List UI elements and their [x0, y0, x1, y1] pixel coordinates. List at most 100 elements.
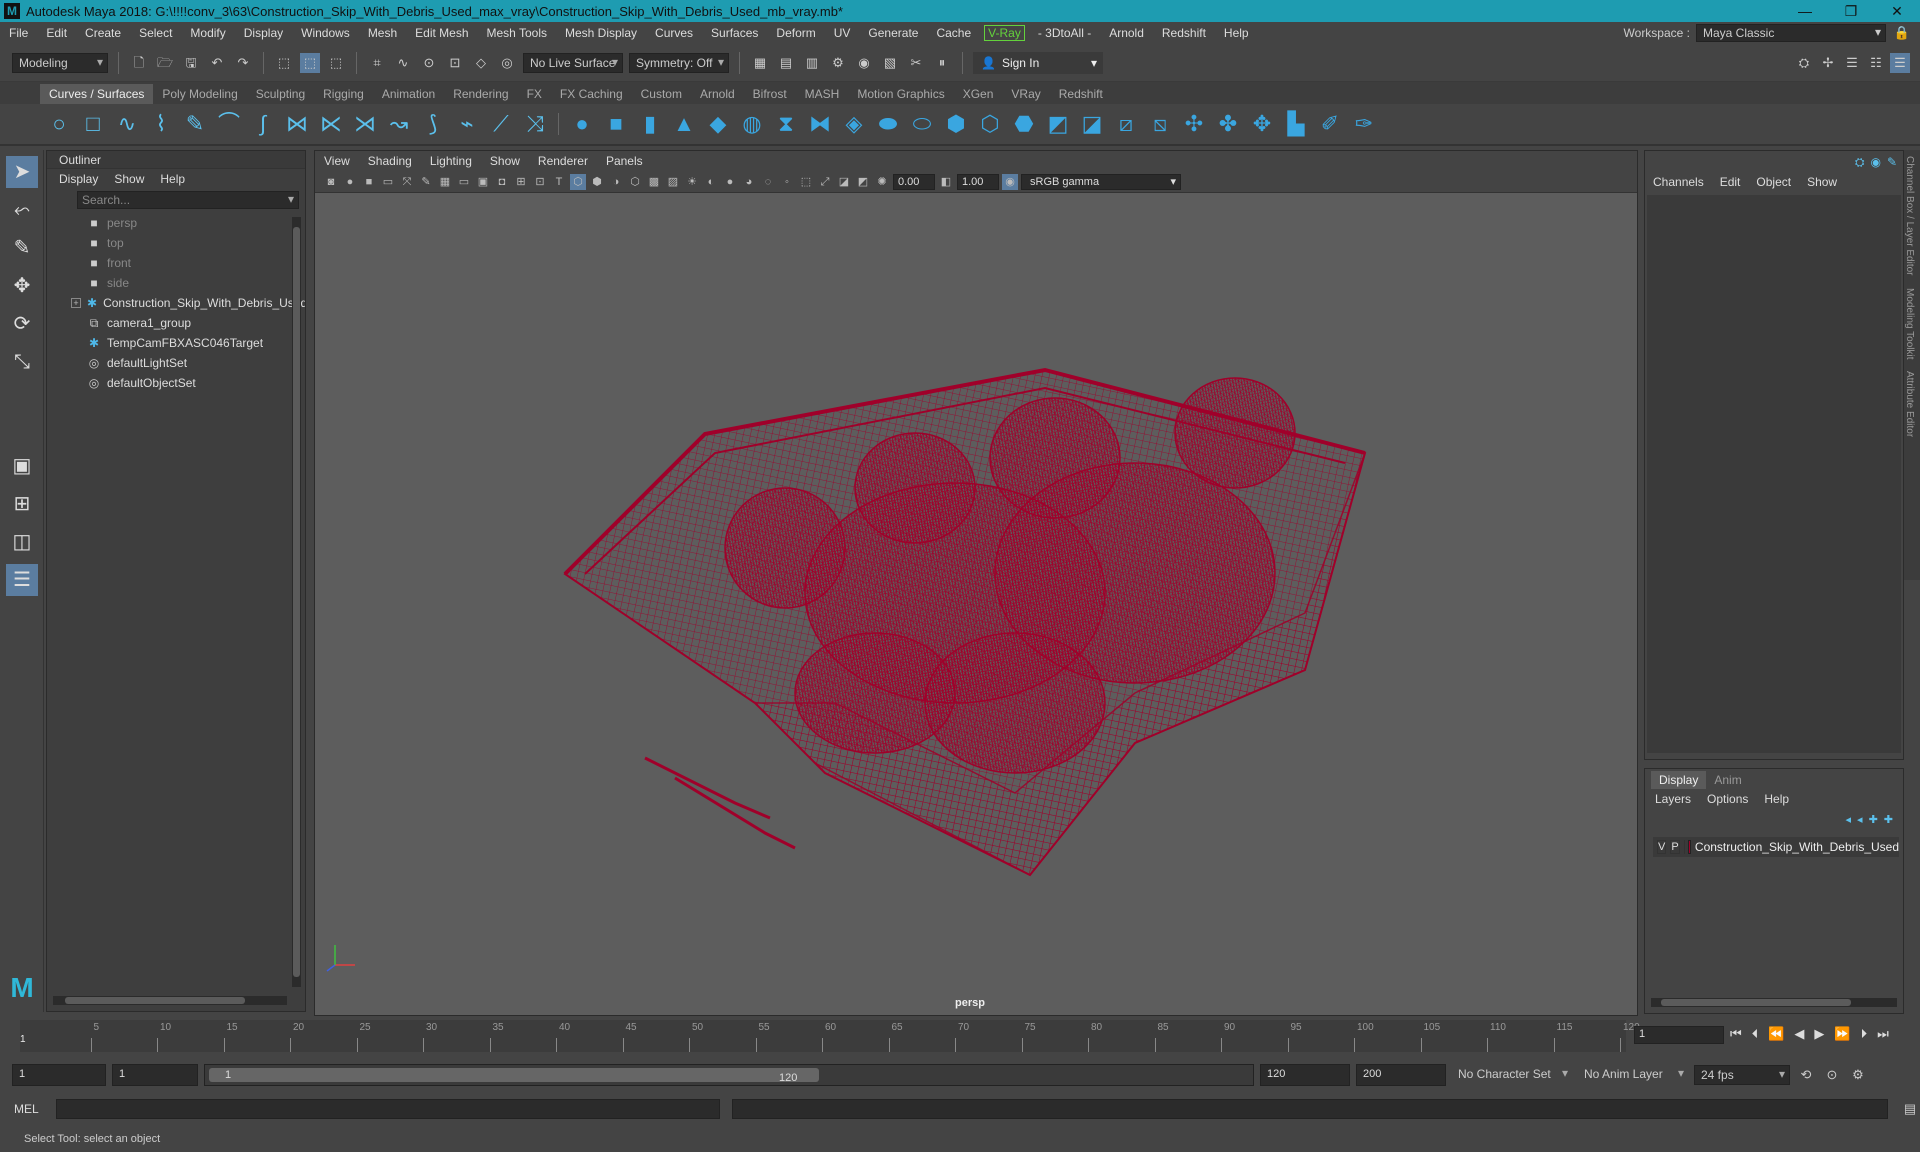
- tree-item-front[interactable]: ■ front: [47, 253, 305, 273]
- shadows-icon[interactable]: ◐: [703, 174, 719, 190]
- channel-box-attributes-icon[interactable]: ◉: [1870, 155, 1880, 170]
- loft-icon[interactable]: ⧓: [805, 109, 835, 139]
- snap-grid-icon[interactable]: ⌗: [367, 53, 387, 73]
- cv-curve-icon[interactable]: ∿: [112, 109, 142, 139]
- xray-icon[interactable]: ▩: [646, 174, 662, 190]
- add-points-icon[interactable]: ⟋: [486, 109, 516, 139]
- planar-icon[interactable]: ◈: [839, 109, 869, 139]
- menu-select[interactable]: Select: [130, 26, 181, 40]
- viewport-menu-panels[interactable]: Panels: [597, 154, 652, 168]
- human-ik-icon[interactable]: ✢: [1818, 53, 1838, 73]
- pencil-curve-icon[interactable]: ✎: [180, 109, 210, 139]
- stitch-icon[interactable]: ✤: [1213, 109, 1243, 139]
- shelf-tab-sculpting[interactable]: Sculpting: [247, 84, 314, 104]
- snap-curve-icon[interactable]: ∿: [393, 53, 413, 73]
- render-settings-icon[interactable]: ⚙: [828, 53, 848, 73]
- current-frame-field[interactable]: 1: [1634, 1026, 1724, 1044]
- layer-playback-toggle[interactable]: P: [1670, 840, 1680, 854]
- revolve-icon[interactable]: ⧗: [771, 109, 801, 139]
- film-gate-icon[interactable]: ▭: [456, 174, 472, 190]
- wireframe-on-shaded-icon[interactable]: ⬡: [627, 174, 643, 190]
- curve-editing-icon[interactable]: ⤨: [520, 109, 550, 139]
- modeling-toolkit-icon[interactable]: ⛭: [1794, 53, 1814, 73]
- color-management-icon[interactable]: ◉: [1002, 173, 1018, 190]
- untrim-icon[interactable]: ◪: [1077, 109, 1107, 139]
- channel-box-settings-icon[interactable]: ⛭: [1855, 155, 1865, 170]
- shelf-tab-poly-modeling[interactable]: Poly Modeling: [153, 84, 246, 104]
- step-forward-key-icon[interactable]: ⏩: [1834, 1026, 1850, 1042]
- menu-arnold[interactable]: Arnold: [1100, 26, 1153, 40]
- view-transform-dropdown[interactable]: sRGB gamma: [1021, 173, 1181, 190]
- gamma-field[interactable]: 1.00: [957, 173, 999, 190]
- nurbs-cube-icon[interactable]: ■: [601, 109, 631, 139]
- layer-color-swatch[interactable]: [1688, 840, 1691, 854]
- menu-set-dropdown[interactable]: Modeling: [12, 52, 108, 73]
- shelf-tab-xgen[interactable]: XGen: [954, 84, 1003, 104]
- xray-joints-icon[interactable]: ⤢: [817, 174, 833, 190]
- channel-menu-object[interactable]: Object: [1756, 175, 1791, 189]
- insert-knot-icon[interactable]: ⋊: [350, 109, 380, 139]
- outliner-menu-display[interactable]: Display: [59, 172, 98, 186]
- sign-in-button[interactable]: 👤 Sign In: [973, 51, 1103, 74]
- hypershade-icon[interactable]: ◉: [854, 53, 874, 73]
- viewport-panel[interactable]: View Shading Lighting Show Renderer Pane…: [314, 150, 1638, 1016]
- viewport-canvas[interactable]: [315, 193, 1637, 993]
- tree-item-default-light-set[interactable]: ◎ defaultLightSet: [47, 353, 305, 373]
- scale-tool-icon[interactable]: ⤡: [6, 346, 38, 378]
- save-scene-icon[interactable]: 🖫: [181, 53, 201, 73]
- menu-windows[interactable]: Windows: [292, 26, 359, 40]
- nurbs-square-icon[interactable]: □: [78, 109, 108, 139]
- resolution-gate-icon[interactable]: ▣: [475, 174, 491, 190]
- shelf-tab-animation[interactable]: Animation: [373, 84, 444, 104]
- step-forward-frame-icon[interactable]: ⏵: [1861, 1026, 1868, 1042]
- restore-button[interactable]: ❐: [1828, 3, 1874, 20]
- shelf-tab-rendering[interactable]: Rendering: [444, 84, 517, 104]
- nurbs-cone-icon[interactable]: ▲: [669, 109, 699, 139]
- outliner-menu-show[interactable]: Show: [114, 172, 144, 186]
- arc-icon[interactable]: ⌒: [214, 109, 244, 139]
- surface-editing-icon[interactable]: ▙: [1281, 109, 1311, 139]
- layer-tab-anim[interactable]: Anim: [1706, 771, 1749, 789]
- snap-view-icon[interactable]: ⊡: [445, 53, 465, 73]
- shelf-tab-mash[interactable]: MASH: [796, 84, 849, 104]
- viewport-menu-renderer[interactable]: Renderer: [529, 154, 597, 168]
- go-to-start-icon[interactable]: ⏮: [1730, 1026, 1742, 1042]
- backface-culling-icon[interactable]: ◩: [855, 174, 871, 190]
- tools-icon[interactable]: ✂: [906, 53, 926, 73]
- shelf-tab-arnold[interactable]: Arnold: [691, 84, 744, 104]
- range-slider-handle[interactable]: 1 120: [209, 1068, 819, 1084]
- gamma-icon[interactable]: ◧: [938, 174, 954, 190]
- menu-mesh[interactable]: Mesh: [359, 26, 406, 40]
- shelf-tab-redshift[interactable]: Redshift: [1050, 84, 1112, 104]
- channel-box-icon[interactable]: ☰: [1890, 52, 1910, 73]
- gate-mask-icon[interactable]: ◘: [494, 174, 510, 190]
- new-layer-icon[interactable]: ✚: [1869, 813, 1878, 826]
- workspace-dropdown[interactable]: Maya Classic: [1696, 24, 1886, 42]
- project-curve-icon[interactable]: ⬡: [975, 109, 1005, 139]
- image-plane-icon[interactable]: ▭: [380, 174, 396, 190]
- loop-icon[interactable]: ⟲: [1796, 1065, 1816, 1085]
- undo-icon[interactable]: ↶: [207, 53, 227, 73]
- select-component-icon[interactable]: ⬚: [326, 53, 346, 73]
- detach-curves-icon[interactable]: ⋉: [316, 109, 346, 139]
- tab-modeling-toolkit[interactable]: Modeling Toolkit: [1904, 282, 1915, 366]
- exposure-field[interactable]: 0.00: [893, 173, 935, 190]
- expand-icon[interactable]: +: [71, 298, 81, 308]
- lock-icon[interactable]: 🔒: [1892, 23, 1912, 43]
- tree-item-construction-skip[interactable]: + ✱ Construction_Skip_With_Debris_Used: [47, 293, 305, 313]
- layer-horizontal-scrollbar[interactable]: [1651, 998, 1897, 1007]
- render-view-icon[interactable]: ▦: [750, 53, 770, 73]
- depth-of-field-icon[interactable]: ◦: [779, 174, 795, 190]
- extend-curve-icon[interactable]: ↝: [384, 109, 414, 139]
- playback-range-bar[interactable]: 1 120: [204, 1064, 1254, 1086]
- menu-display[interactable]: Display: [235, 26, 292, 40]
- sculpt-icon[interactable]: ✣: [1179, 109, 1209, 139]
- rebuild-curve-icon[interactable]: ⌁: [452, 109, 482, 139]
- script-editor-icon[interactable]: ▤: [1900, 1099, 1920, 1119]
- step-back-key-icon[interactable]: ⏪: [1768, 1026, 1784, 1042]
- select-tool-icon[interactable]: ➤: [6, 156, 38, 188]
- live-surface-field[interactable]: No Live Surface: [523, 52, 623, 73]
- menu-vray[interactable]: V-Ray: [984, 25, 1025, 41]
- move-tool-icon[interactable]: ✥: [6, 270, 38, 302]
- channel-menu-edit[interactable]: Edit: [1720, 175, 1741, 189]
